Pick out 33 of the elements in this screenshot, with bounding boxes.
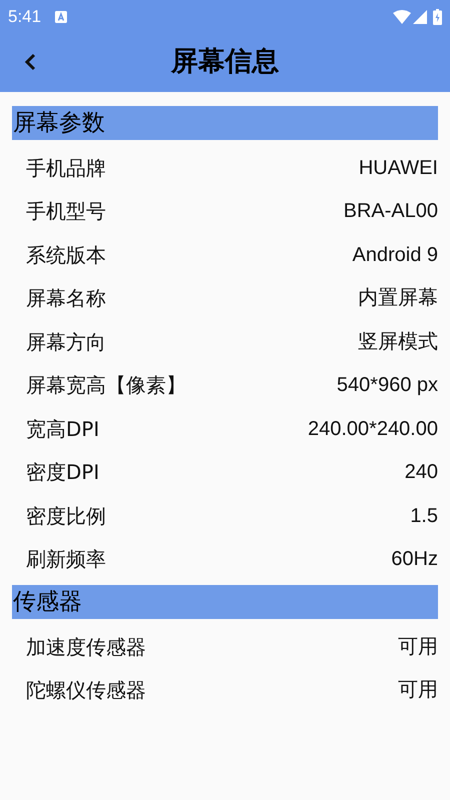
info-value: 内置屏幕 bbox=[358, 286, 438, 312]
page-title: 屏幕信息 bbox=[171, 44, 279, 79]
battery-icon bbox=[433, 9, 442, 25]
signal-icon bbox=[413, 10, 427, 24]
info-label: 屏幕宽高【像素】 bbox=[26, 372, 186, 400]
section-header: 传感器 bbox=[12, 585, 438, 619]
info-label: 宽高DPI bbox=[26, 416, 100, 443]
info-value: HUAWEI bbox=[358, 156, 438, 181]
info-label: 密度比例 bbox=[26, 502, 106, 530]
info-label: 手机型号 bbox=[26, 198, 106, 226]
status-time: 5:41 bbox=[8, 6, 42, 28]
info-value: 540*960 px bbox=[336, 373, 438, 398]
info-value: 竖屏模式 bbox=[358, 330, 438, 355]
section-header: 屏幕参数 bbox=[12, 106, 438, 140]
info-value: 可用 bbox=[398, 678, 438, 704]
info-value: BRA-AL00 bbox=[344, 199, 438, 224]
info-value: 1.5 bbox=[410, 504, 438, 529]
info-value: 可用 bbox=[398, 634, 438, 660]
info-value: 60Hz bbox=[391, 547, 438, 572]
info-value: Android 9 bbox=[352, 242, 438, 268]
info-value: 240 bbox=[404, 460, 438, 486]
info-label: 系统版本 bbox=[26, 242, 106, 269]
info-value: 240.00*240.00 bbox=[308, 416, 438, 442]
info-label: 屏幕方向 bbox=[26, 328, 106, 356]
info-label: 密度DPI bbox=[26, 459, 100, 486]
info-label: 刷新频率 bbox=[26, 546, 106, 574]
info-label: 陀螺仪传感器 bbox=[26, 677, 146, 704]
back-icon bbox=[23, 52, 37, 72]
notification-icon bbox=[55, 11, 68, 23]
wifi-icon bbox=[393, 10, 411, 24]
info-label: 加速度传感器 bbox=[26, 634, 146, 661]
info-label: 手机品牌 bbox=[26, 154, 106, 182]
info-label: 屏幕名称 bbox=[26, 285, 106, 312]
